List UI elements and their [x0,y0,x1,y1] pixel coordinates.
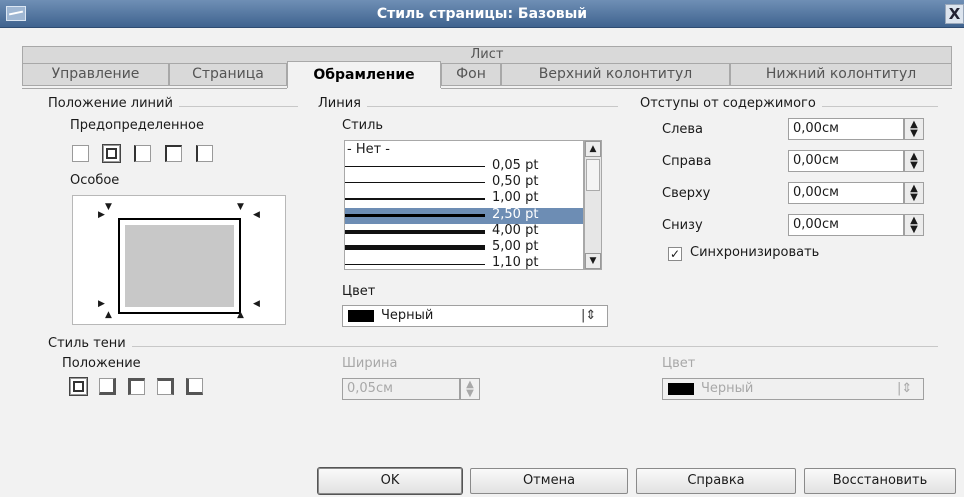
list-item[interactable]: 1,00 pt [345,190,583,207]
spacing-left-spin[interactable]: ▲ ▼ [904,118,924,140]
list-item[interactable]: - Нет - [345,142,583,159]
tab-list[interactable]: Лист [22,46,952,64]
spacing-top-spin[interactable]: ▲ ▼ [904,182,924,204]
marker-arrow-icon: ▶ [98,210,105,220]
shadow-top-right[interactable] [157,378,174,395]
marker-arrow-icon: ▼ [105,202,112,212]
spacing-left-label: Слева [662,122,704,137]
line-style-list[interactable]: - Нет - 0,05 pt 0,50 pt 1,00 pt 2,50 pt … [344,140,584,270]
group-rule [48,346,938,347]
line-sample [345,198,485,200]
ok-button[interactable]: OK [318,468,462,494]
spin-arrows-icon: |⇕ [897,381,913,396]
list-item[interactable]: 5,00 pt [345,239,583,256]
line-sample [345,230,485,234]
tab-borders[interactable]: Обрамление [287,61,441,88]
line-sample [345,182,485,183]
preview-page [125,225,234,307]
cancel-button[interactable]: Отмена [470,468,628,494]
shadow-position-label: Положение [62,356,141,371]
tab-page[interactable]: Страница [169,64,287,86]
list-item[interactable]: 0,05 pt [345,158,583,175]
window-title: Стиль страницы: Базовый [376,6,588,22]
list-item[interactable]: 4,00 pt [345,223,583,240]
spacing-left-field[interactable]: 0,00см [788,118,904,140]
marker-arrow-icon: ▼ [237,202,244,212]
spacing-bottom-spin[interactable]: ▲ ▼ [904,214,924,236]
marker-arrow-icon: ◀ [253,210,260,220]
scroll-down-icon[interactable]: ▼ [585,253,601,269]
preset-box-lines[interactable] [134,145,151,162]
spacing-right-field[interactable]: 0,00см [788,150,904,172]
line-sample [345,214,485,217]
line-sample [345,245,485,250]
custom-label: Особое [70,173,120,188]
line-color-select[interactable]: Черный |⇕ [342,305,608,327]
shadow-top-left[interactable] [128,378,145,395]
line-style-label: Стиль [342,118,384,133]
shadow-color-select[interactable]: Черный |⇕ [662,378,924,400]
shadow-group-title: Стиль тени [48,336,132,351]
panel-top-border-right [441,88,952,89]
predefined-label: Предопределенное [70,118,204,133]
sync-checkbox[interactable]: ✓ [668,247,682,261]
border-preview[interactable]: ▼ ▼ ▶ ◀ ▶ ◀ ▲ ▲ [72,195,286,325]
tab-management[interactable]: Управление [22,64,169,86]
spacing-right-label: Справа [662,154,712,169]
shadow-none[interactable] [70,378,87,395]
marker-arrow-icon: ▲ [237,310,244,320]
marker-arrow-icon: ▲ [105,310,112,320]
help-button[interactable]: Справка [636,468,796,494]
list-item[interactable]: 0,50 pt [345,174,583,191]
spacing-bottom-label: Снизу [662,218,703,233]
preset-box-lines-2[interactable] [165,145,182,162]
color-swatch [668,383,694,395]
sync-label: Синхронизировать [690,245,820,260]
shadow-width-field[interactable]: 0,05см [342,378,460,400]
tab-header[interactable]: Верхний колонтитул [501,64,730,86]
marker-arrow-icon: ◀ [253,299,260,309]
line-sample [345,264,485,265]
line-group-title: Линия [318,96,367,111]
shadow-bottom-right[interactable] [99,378,116,395]
shadow-color-label: Цвет [662,356,696,371]
tab-background[interactable]: Фон [441,64,501,86]
line-style-scrollbar[interactable]: ▲ ▼ [584,140,602,270]
preset-left-right[interactable] [196,145,213,162]
title-bar: Стиль страницы: Базовый X [0,0,964,28]
spacing-right-spin[interactable]: ▲ ▼ [904,150,924,172]
line-color-label: Цвет [342,284,376,299]
list-item-selected[interactable]: 2,50 pt [345,207,583,224]
color-swatch [348,310,374,322]
spacing-top-label: Сверху [662,186,711,201]
panel-top-border [22,88,287,89]
spacing-top-field[interactable]: 0,00см [788,182,904,204]
preset-none[interactable] [72,145,89,162]
marker-arrow-icon: ▶ [98,299,105,309]
line-position-group-title: Положение линий [48,96,179,111]
close-button[interactable]: X [945,4,964,24]
scroll-up-icon[interactable]: ▲ [585,141,601,157]
tab-footer[interactable]: Нижний колонтитул [730,64,952,86]
spin-arrows-icon: |⇕ [581,308,597,323]
reset-button[interactable]: Восстановить [804,468,956,494]
spacing-bottom-field[interactable]: 0,00см [788,214,904,236]
list-item[interactable]: 1,10 pt [345,255,583,269]
shadow-width-label: Ширина [342,356,398,371]
shadow-width-spin[interactable]: ▲ ▼ [460,378,480,400]
line-sample [345,166,485,167]
preset-box[interactable] [103,145,120,162]
shadow-bottom-left[interactable] [186,378,203,395]
scroll-thumb[interactable] [586,159,600,191]
spacing-group-title: Отступы от содержимого [640,96,822,111]
